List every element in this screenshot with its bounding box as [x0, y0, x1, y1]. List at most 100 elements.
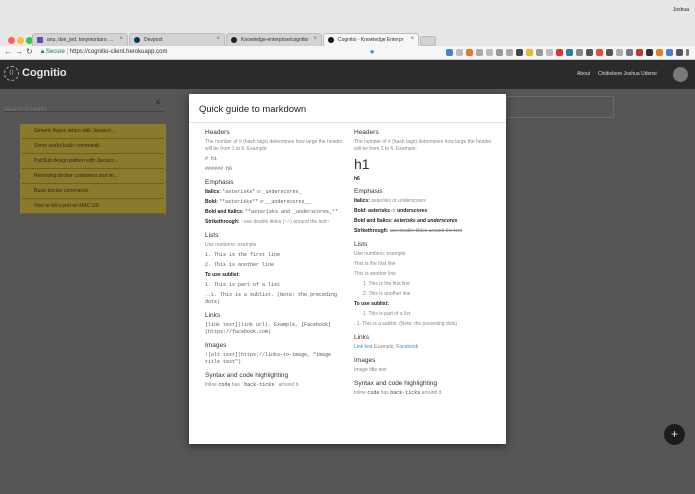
extension-icon[interactable]	[546, 49, 553, 56]
code-sample: ###### h6	[205, 166, 233, 172]
browser-titlebar: anu, don_jed, tonymontaro, ... × Devpost…	[0, 0, 695, 46]
bookmark-star-icon[interactable]: ★	[369, 48, 375, 56]
code-sample: `back-ticks`	[241, 382, 278, 388]
extension-icon[interactable]	[586, 49, 593, 56]
rendered-italics: asterisks or underscores	[371, 198, 426, 204]
menu-icon[interactable]	[686, 49, 689, 56]
strikethrough-row: Strikethrough: use double tildes around …	[354, 228, 494, 235]
label: Bold:	[205, 199, 218, 205]
browser-tab-active[interactable]: Cognitio - Knowledge Enterpr ×	[323, 33, 419, 46]
list-item[interactable]: PubSub design pattern with Javascr...	[22, 154, 164, 169]
minimize-window-icon[interactable]	[17, 37, 24, 44]
facebook-link[interactable]: Facebook	[396, 344, 418, 350]
cognitio-favicon-icon	[328, 37, 334, 43]
extension-icon[interactable]	[646, 49, 653, 56]
list-item: 1. This is the first line	[363, 281, 410, 287]
list-item[interactable]: How to kill a port on MAC OS	[22, 199, 164, 214]
extension-icon[interactable]	[576, 49, 583, 56]
code-sample: ![alt text](https://links-to-image, "ima…	[205, 352, 332, 365]
section-text: Use numbers: example	[354, 251, 406, 257]
markdown-syntax-column: Headers The number of # (hash tags) dete…	[205, 127, 345, 392]
extension-icon[interactable]	[446, 49, 453, 56]
list-item: 1. This is part of a list	[363, 311, 411, 317]
avatar[interactable]	[673, 67, 688, 82]
list-item[interactable]: Generic Async return with Javascri...	[22, 124, 164, 139]
label: Bold and Italics:	[205, 209, 244, 215]
rendered-h1: h1	[354, 156, 370, 172]
link[interactable]: Link text	[354, 344, 373, 350]
close-tab-icon[interactable]: ×	[119, 36, 123, 42]
close-tab-icon[interactable]: ×	[313, 36, 317, 42]
extension-icon[interactable]	[496, 49, 503, 56]
bold-italics-row: Bold and Italics: asterisks and undersco…	[354, 218, 494, 225]
code-sample: code	[218, 382, 231, 388]
search-input[interactable]: Search Cognitio	[4, 107, 47, 113]
extension-icon[interactable]	[466, 49, 473, 56]
label: To use sublist:	[205, 272, 240, 278]
section-text: Inline code has `back-ticks` around it.	[205, 382, 345, 389]
label: Italics:	[205, 189, 221, 195]
close-window-icon[interactable]	[8, 37, 15, 44]
extension-icon[interactable]	[486, 49, 493, 56]
extension-icon[interactable]	[526, 49, 533, 56]
browser-tab[interactable]: Devpost ×	[129, 33, 225, 46]
extension-icon[interactable]	[476, 49, 483, 56]
tab-label: Knowledge-enterprise/cognitio	[241, 37, 309, 43]
section-heading: Lists	[205, 232, 219, 239]
label: Strikethrough:	[354, 228, 389, 234]
back-icon[interactable]: ←	[4, 47, 12, 56]
extension-icon[interactable]	[656, 49, 663, 56]
cognitio-logo-icon[interactable]: ⟨⟩	[4, 66, 19, 81]
code-sample: *asterisks*	[222, 189, 256, 195]
secure-label: Secure	[45, 49, 65, 55]
modal-body[interactable]: Headers The number of # (hash tags) dete…	[189, 122, 506, 444]
app-logo-text[interactable]: Cognitio	[22, 67, 67, 79]
extension-icon[interactable]	[516, 49, 523, 56]
profile-chip[interactable]: Joshua	[673, 7, 689, 13]
extension-icon[interactable]	[456, 49, 463, 56]
extension-icon[interactable]	[596, 49, 603, 56]
tab-label: Devpost	[144, 37, 163, 43]
browser-toolbar: ← → ↻ 🔒︎ Secure | https://cognitio-clien…	[0, 46, 695, 60]
extension-icon[interactable]	[636, 49, 643, 56]
extension-icon[interactable]	[666, 49, 673, 56]
browser-tab[interactable]: anu, don_jed, tonymontaro, ... ×	[32, 33, 128, 46]
text: Example,	[374, 344, 395, 350]
list-item: 2. This is another line	[363, 291, 411, 297]
close-tab-icon[interactable]: ×	[410, 36, 414, 42]
tab-favicon-icon	[37, 37, 43, 43]
section-heading: Syntax and code highlighting	[205, 372, 289, 379]
section-heading: Links	[354, 334, 370, 341]
code-sample: _underscores_	[262, 189, 302, 195]
forward-icon[interactable]: →	[15, 47, 23, 56]
address-bar[interactable]: 🔒︎ Secure | https://cognitio-client.hero…	[38, 48, 378, 58]
inline-code: back-ticks	[390, 390, 421, 396]
links-row: Link text Example, Facebook	[354, 344, 494, 351]
label: Italics:	[354, 198, 370, 204]
add-note-button[interactable]: +	[664, 424, 685, 445]
extension-icon[interactable]	[566, 49, 573, 56]
reload-icon[interactable]: ↻	[26, 47, 33, 56]
list-item[interactable]: Basic docker commands	[22, 184, 164, 199]
extension-icon[interactable]	[506, 49, 513, 56]
label: Bold:	[354, 208, 367, 214]
new-tab-button[interactable]	[420, 36, 436, 46]
browser-tab[interactable]: Knowledge-enterprise/cognitio ×	[226, 33, 322, 46]
extension-icon[interactable]	[616, 49, 623, 56]
extension-icon[interactable]	[676, 49, 683, 56]
extension-icon[interactable]	[556, 49, 563, 56]
list-item[interactable]: Removing docker containers and im...	[22, 169, 164, 184]
extension-icon[interactable]	[536, 49, 543, 56]
code-sample: __underscores__	[265, 199, 311, 205]
extension-icon[interactable]	[626, 49, 633, 56]
section-heading: Images	[205, 342, 227, 349]
rendered-bold: asterisks	[368, 208, 390, 214]
username[interactable]: Chidiebere Joshua Udensi	[598, 71, 657, 77]
section-heading: Headers	[205, 129, 230, 136]
extension-icon[interactable]	[606, 49, 613, 56]
code-sample: ..1. This is a sublist. (Note: the prece…	[205, 292, 338, 305]
list-item[interactable]: Some useful bash commands	[22, 139, 164, 154]
about-link[interactable]: About	[577, 71, 590, 77]
close-tab-icon[interactable]: ×	[216, 36, 220, 42]
close-search-icon[interactable]: x	[156, 97, 160, 106]
